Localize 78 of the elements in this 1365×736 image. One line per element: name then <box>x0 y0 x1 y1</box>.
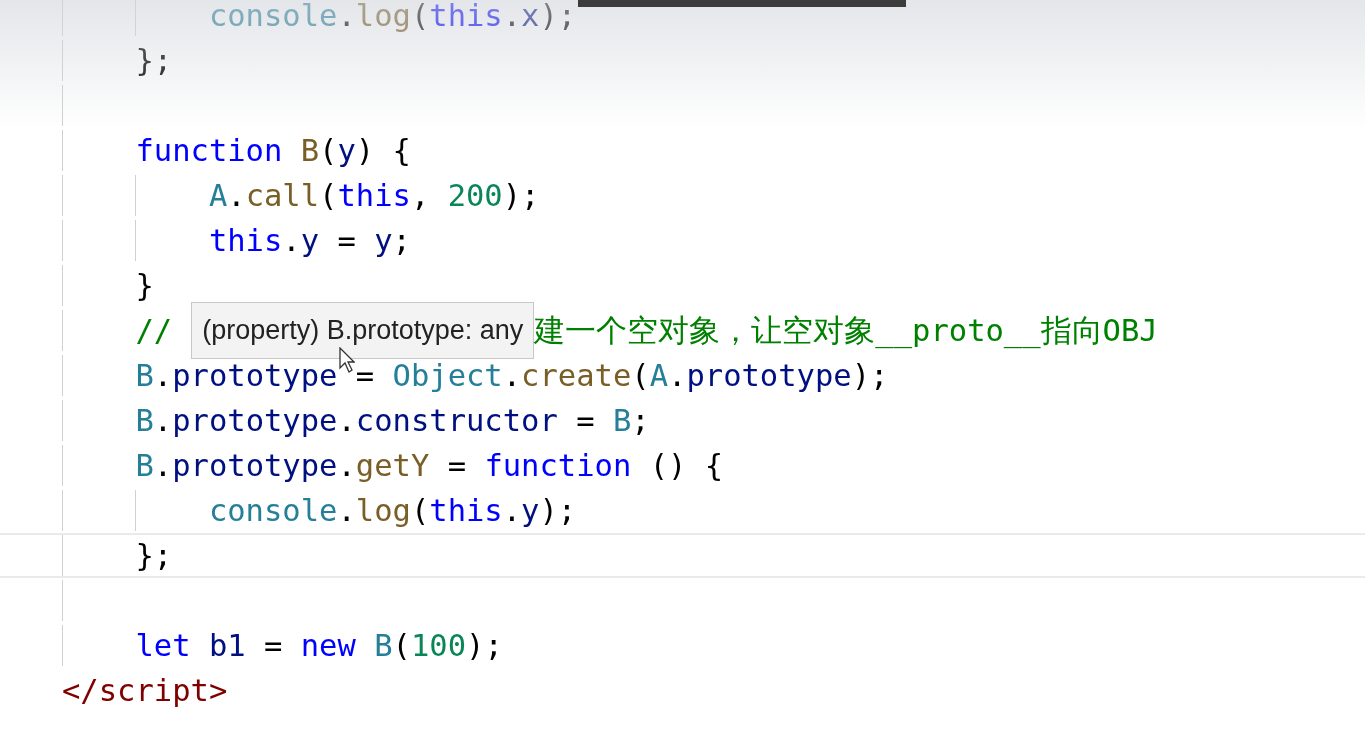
punctuation: ( <box>319 177 338 215</box>
punctuation: . <box>502 492 522 530</box>
identifier: B <box>612 402 632 440</box>
function-name: log <box>355 0 411 35</box>
keyword: new <box>300 627 357 665</box>
identifier: console <box>208 492 338 530</box>
punctuation: ( <box>410 0 430 35</box>
punctuation: . <box>337 447 356 485</box>
identifier: console <box>208 0 338 35</box>
punctuation: ) { <box>355 132 411 170</box>
punctuation: ( <box>631 357 650 395</box>
variable-name: prototype <box>172 447 338 485</box>
punctuation: = <box>263 627 284 665</box>
variable-name: y <box>337 132 356 170</box>
punctuation: ); <box>851 357 889 395</box>
punctuation: = <box>575 402 596 440</box>
punctuation: . <box>502 0 522 35</box>
keyword: this <box>429 0 503 35</box>
variable-name: y <box>300 222 320 260</box>
keyword: this <box>429 492 503 530</box>
keyword: function <box>135 132 284 170</box>
variable-name: prototype <box>172 357 338 395</box>
punctuation: ( <box>392 627 411 665</box>
function-name: getY <box>355 447 430 485</box>
identifier: B <box>135 402 154 440</box>
variable-name: b1 <box>208 627 246 665</box>
punctuation: = <box>336 222 357 260</box>
punctuation: () { <box>648 447 724 485</box>
identifier: B <box>374 627 393 665</box>
variable-name: constructor <box>355 402 558 440</box>
identifier: A <box>208 177 228 215</box>
punctuation: ); <box>539 492 577 530</box>
closing-tag: </script> <box>62 668 228 713</box>
identifier: Object <box>392 357 503 395</box>
variable-name: prototype <box>172 402 338 440</box>
punctuation: ); <box>466 627 503 665</box>
keyword: let <box>135 627 192 665</box>
variable-name: x <box>521 0 540 35</box>
punctuation: . <box>282 222 301 260</box>
punctuation: ; <box>631 402 650 440</box>
variable-name: y <box>374 222 393 260</box>
punctuation: . <box>337 402 356 440</box>
function-name: call <box>245 177 320 215</box>
keyword: this <box>337 177 411 215</box>
punctuation: ( <box>319 132 338 170</box>
punctuation: . <box>153 402 173 440</box>
punctuation: . <box>337 0 356 35</box>
code-comment: 建一个空对象，让空对象__proto__指向OBJ <box>534 312 1158 351</box>
punctuation: , <box>410 177 431 215</box>
number-literal: 100 <box>410 627 466 665</box>
punctuation: . <box>502 357 522 395</box>
punctuation: . <box>153 357 173 395</box>
function-name: create <box>521 357 632 395</box>
identifier: B <box>135 447 154 485</box>
identifier: A <box>649 357 669 395</box>
punctuation: ; <box>392 222 411 260</box>
punctuation: }; <box>135 537 173 575</box>
punctuation: . <box>668 357 687 395</box>
punctuation: . <box>227 177 246 215</box>
punctuation: . <box>153 447 173 485</box>
keyword: this <box>208 222 283 260</box>
number-literal: 200 <box>447 177 503 215</box>
punctuation: }; <box>135 42 173 80</box>
variable-name: prototype <box>686 357 852 395</box>
punctuation: . <box>337 492 356 530</box>
punctuation: } <box>135 267 154 305</box>
punctuation: ); <box>502 177 540 215</box>
hover-tooltip: (property) B.prototype: any <box>191 302 535 359</box>
variable-name: y <box>521 492 540 530</box>
punctuation: = <box>446 447 467 485</box>
function-name: log <box>355 492 411 530</box>
punctuation: ( <box>410 492 430 530</box>
function-name: B <box>300 132 320 170</box>
code-comment: // <box>135 312 173 350</box>
punctuation: = <box>355 357 376 395</box>
punctuation: ); <box>539 0 577 35</box>
keyword: function <box>484 447 632 485</box>
identifier: B <box>135 357 154 395</box>
